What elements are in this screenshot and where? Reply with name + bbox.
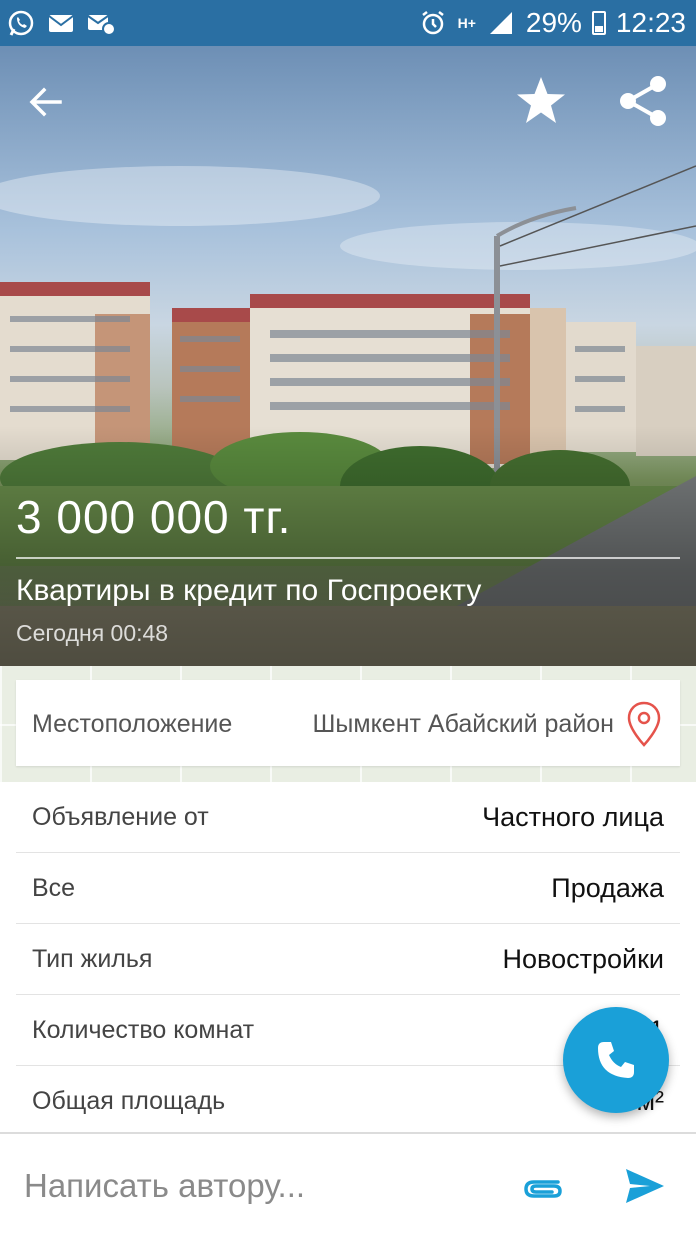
share-icon[interactable]: [616, 74, 670, 128]
detail-value: Частного лица: [482, 802, 664, 832]
system-status: H+ 29% 12:23: [418, 0, 686, 46]
whatsapp-icon: [8, 10, 34, 36]
alarm-icon: [421, 11, 444, 35]
listing-date: Сегодня 00:48: [16, 620, 169, 646]
hero-divider: [16, 557, 680, 559]
location-label: Местоположение: [32, 710, 233, 738]
clock: 12:23: [615, 7, 686, 38]
back-arrow-icon[interactable]: [24, 80, 68, 124]
detail-label: Объявление от: [32, 803, 209, 831]
battery-icon: [591, 11, 606, 35]
favorite-star-icon[interactable]: [514, 74, 568, 128]
listing-price: 3 000 000 тг.: [16, 491, 292, 543]
network-icon: H+: [457, 14, 476, 31]
mail-icon: [48, 15, 74, 32]
detail-row: Все Продажа: [16, 853, 680, 924]
status-bar: H+ 29% 12:23: [0, 0, 696, 46]
phone-icon: [598, 1042, 634, 1078]
message-composer: [0, 1132, 696, 1237]
location-card[interactable]: Местоположение Шымкент Абайский район: [16, 680, 680, 766]
detail-label: Тип жилья: [32, 945, 153, 973]
detail-label: Общая площадь: [32, 1087, 226, 1115]
detail-label: Все: [32, 874, 76, 902]
listing-title: Квартиры в кредит по Госпроекту: [16, 574, 482, 607]
signal-icon: [489, 12, 512, 34]
detail-value: Новостройки: [502, 944, 664, 974]
location-value: Шымкент Абайский район: [312, 710, 614, 738]
call-button[interactable]: [563, 1007, 669, 1113]
map-pin-icon[interactable]: [626, 700, 662, 748]
mail-settings-icon: [87, 15, 116, 36]
detail-row: Объявление от Частного лица: [16, 782, 680, 853]
message-input[interactable]: [22, 1160, 496, 1212]
listing-photo[interactable]: 3 000 000 тг. Квартиры в кредит по Госпр…: [0, 46, 696, 666]
send-icon[interactable]: [624, 1166, 666, 1206]
paperclip-icon[interactable]: [518, 1168, 564, 1204]
detail-value: Продажа: [551, 873, 664, 903]
battery-percent: 29%: [525, 7, 582, 38]
detail-row: Тип жилья Новостройки: [16, 924, 680, 995]
detail-label: Количество комнат: [32, 1016, 255, 1044]
notification-icons: [6, 8, 116, 38]
